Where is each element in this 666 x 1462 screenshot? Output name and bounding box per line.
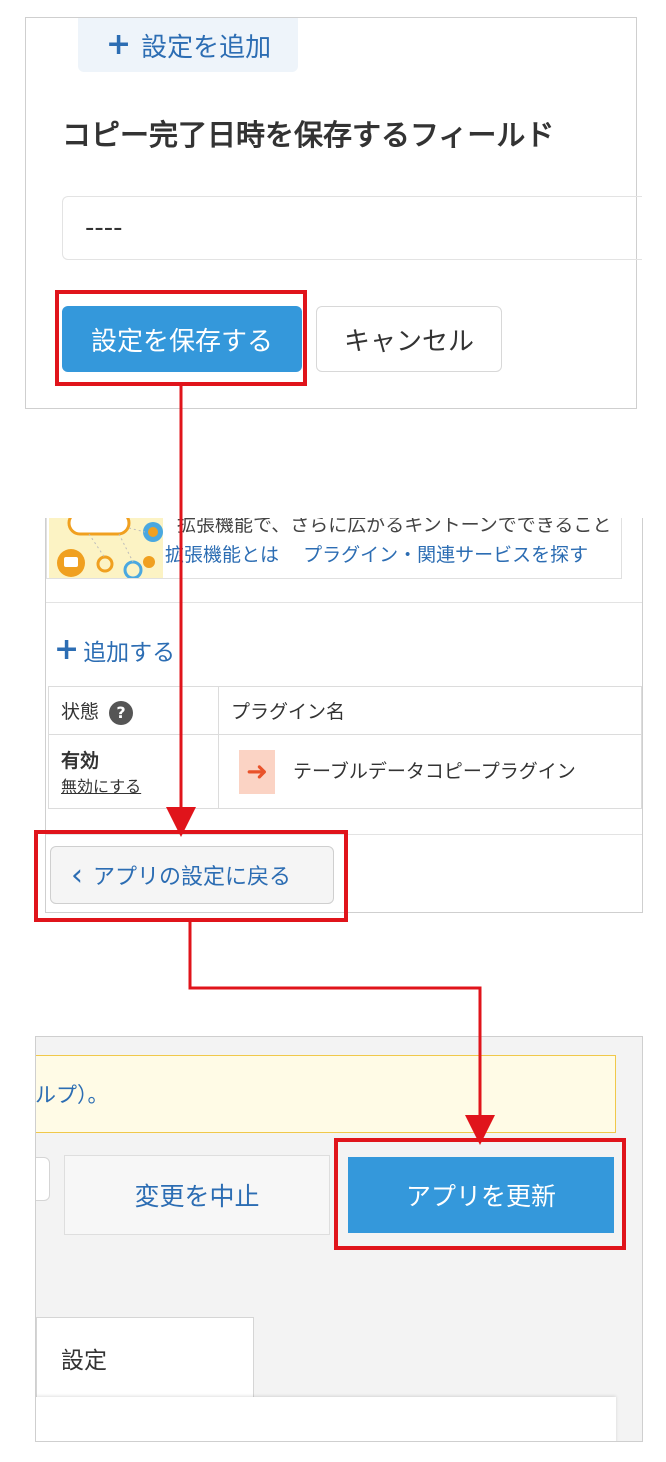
arrow-2	[188, 922, 495, 1145]
connector-arrows	[166, 386, 495, 1145]
